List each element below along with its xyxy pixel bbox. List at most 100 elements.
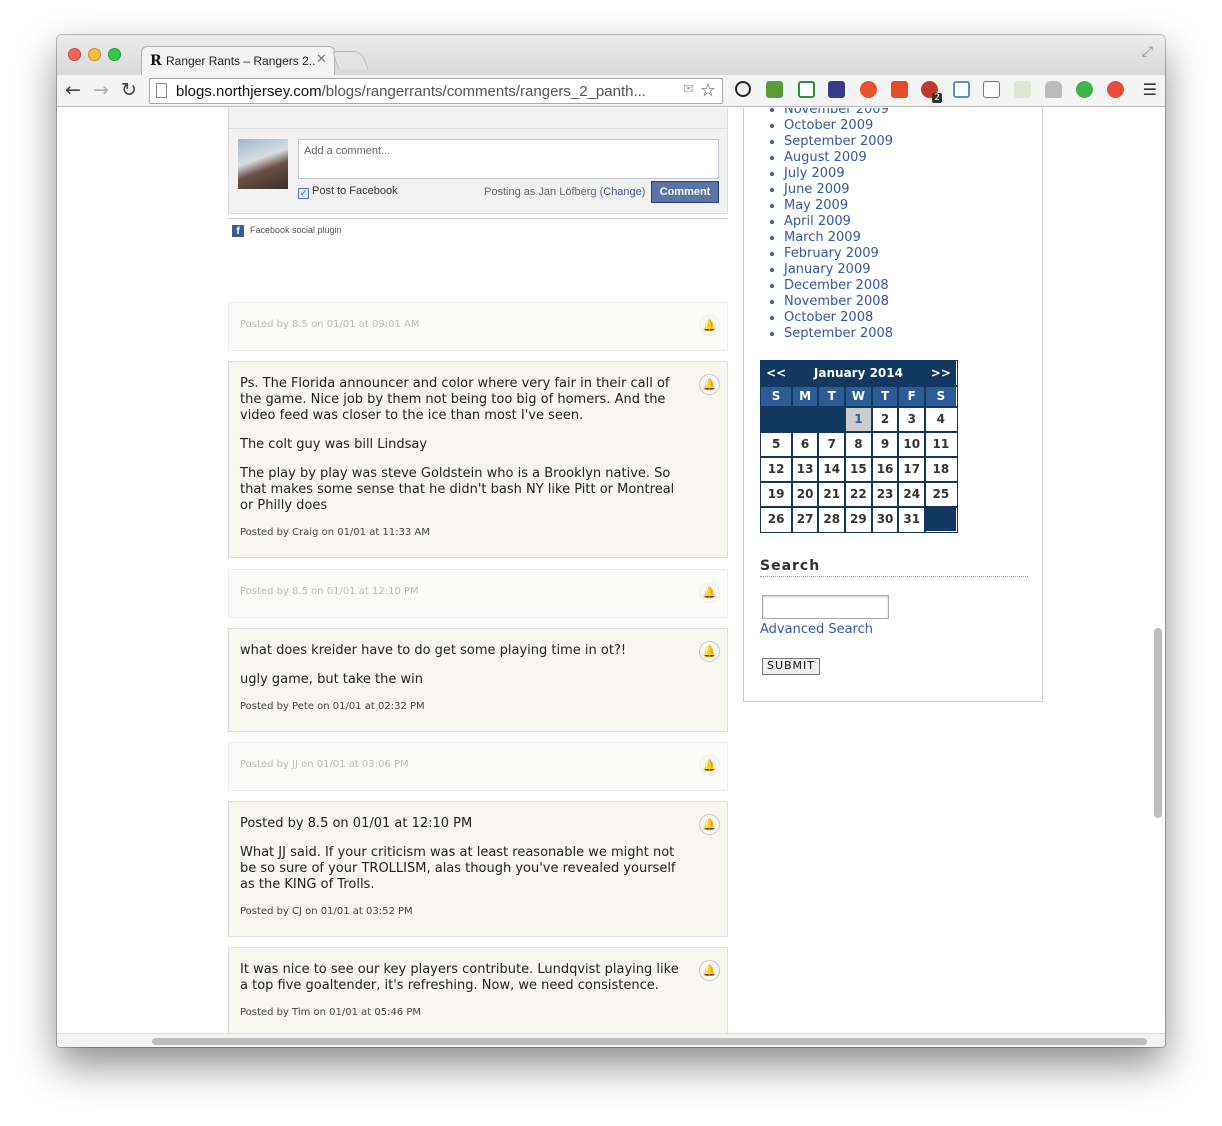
archive-link[interactable]: September 2009 — [784, 134, 893, 150]
zoom-window-button[interactable] — [108, 48, 121, 61]
archive-link[interactable]: October 2009 — [784, 118, 893, 134]
android-icon[interactable] — [1045, 81, 1062, 98]
close-window-button[interactable] — [68, 48, 81, 61]
comment-item: It was nice to see our key players contr… — [228, 947, 728, 1033]
archive-link[interactable]: March 2009 — [784, 230, 893, 246]
tab-close-icon[interactable]: ✕ — [316, 52, 327, 67]
notify-bell-icon[interactable]: 🔔 — [699, 960, 720, 981]
horizontal-scrollbar[interactable] — [152, 1038, 1147, 1045]
vertical-scrollbar[interactable] — [1154, 628, 1162, 818]
calendar-empty-cell — [924, 505, 958, 533]
minimize-window-button[interactable] — [88, 48, 101, 61]
archive-link[interactable]: December 2008 — [784, 278, 893, 294]
comment-item: Posted by 8.5 on 01/01 at 09:01 AM 🔔 — [228, 302, 728, 351]
notify-bell-icon[interactable]: 🔔 — [699, 315, 720, 336]
tab-title: Ranger Rants – Rangers 2... — [166, 54, 316, 68]
calendar: << January 2014 >> SMTWTFS 1 2 3 4 5 6 7 8 9 10 11… — [759, 359, 958, 533]
extension-icon-3[interactable] — [798, 81, 815, 98]
calendar-day: 3 — [897, 405, 927, 433]
comment-item: Ps. The Florida announcer and color wher… — [228, 361, 728, 558]
calendar-day: 23 — [870, 480, 900, 508]
comment-paragraph: The play by play was steve Goldstein who… — [240, 466, 675, 513]
calendar-next-link[interactable]: >> — [924, 359, 958, 387]
extension-icon-9[interactable] — [983, 81, 1000, 98]
html5-icon[interactable] — [891, 81, 908, 98]
url-text: blogs.northjersey.com/blogs/rangerrants/… — [176, 83, 646, 100]
archive-link[interactable]: July 2009 — [784, 166, 893, 182]
archive-link[interactable]: September 2008 — [784, 326, 893, 342]
comment-meta: Posted by 8.5 on 01/01 at 12:10 PM — [240, 586, 419, 597]
back-arrow-icon[interactable]: ← — [65, 79, 81, 101]
notify-bell-icon[interactable]: 🔔 — [699, 814, 720, 835]
feed-icon[interactable]: ✉ — [683, 82, 694, 97]
calendar-day: 25 — [924, 480, 958, 508]
new-tab-button[interactable] — [331, 51, 369, 69]
address-bar[interactable]: blogs.northjersey.com/blogs/rangerrants/… — [149, 78, 723, 104]
browser-toolbar: ← → ↻ blogs.northjersey.com/blogs/ranger… — [57, 75, 1165, 107]
extension-icon-8[interactable] — [953, 81, 970, 98]
comment-input[interactable]: Add a comment... — [298, 139, 719, 179]
comment-paragraph: Ps. The Florida announcer and color wher… — [240, 376, 670, 423]
notify-bell-icon[interactable]: 🔔 — [699, 641, 720, 662]
calendar-title: January 2014 — [790, 359, 927, 387]
bookmark-star-icon[interactable]: ☆ — [700, 80, 716, 101]
title-bar: R Ranger Rants – Rangers 2... ✕ ⤢ — [57, 35, 1165, 76]
change-link[interactable]: Change — [603, 186, 642, 198]
comment-paragraph: ugly game, but take the win — [240, 672, 424, 687]
calendar-day: 6 — [790, 430, 820, 458]
comment-meta: Posted by CJ on 01/01 at 03:52 PM — [240, 906, 413, 917]
archive-link[interactable]: May 2009 — [784, 198, 893, 214]
calendar-day: 10 — [897, 430, 927, 458]
archive-link[interactable]: January 2009 — [784, 262, 893, 278]
archive-link[interactable]: June 2009 — [784, 182, 893, 198]
page-icon — [156, 83, 167, 98]
forward-arrow-icon[interactable]: → — [93, 79, 109, 101]
comment-paragraph: It was nice to see our key players contr… — [240, 962, 679, 993]
extension-icon-12[interactable] — [1076, 81, 1093, 98]
post-to-facebook-checkbox[interactable]: ✓ Post to Facebook — [298, 185, 398, 199]
calendar-day: 14 — [817, 455, 847, 483]
browser-tab[interactable]: R Ranger Rants – Rangers 2... ✕ — [141, 46, 335, 76]
submit-button[interactable]: SUBMIT — [762, 658, 820, 675]
extension-icon-5[interactable] — [860, 81, 877, 98]
extension-icon-2[interactable] — [766, 81, 783, 98]
extension-icon-10[interactable] — [1014, 81, 1031, 98]
calendar-day: 18 — [924, 455, 958, 483]
menu-icon[interactable]: ☰ — [1143, 80, 1157, 99]
notify-bell-icon[interactable]: 🔔 — [699, 755, 720, 776]
search-heading: Search — [760, 558, 1028, 577]
calendar-day: 31 — [897, 505, 927, 533]
reload-icon[interactable]: ↻ — [121, 79, 137, 101]
archive-link[interactable]: November 2008 — [784, 294, 893, 310]
extension-icon-1[interactable] — [735, 81, 751, 97]
calendar-day: 12 — [759, 455, 793, 483]
calendar-day: 7 — [817, 430, 847, 458]
calendar-weekday: S — [759, 384, 793, 408]
extension-icon-4[interactable] — [828, 81, 845, 98]
fullscreen-icon[interactable]: ⤢ — [1142, 44, 1153, 60]
extension-icon-13[interactable] — [1107, 81, 1124, 98]
calendar-day: 8 — [844, 430, 873, 458]
calendar-day: 5 — [759, 430, 793, 458]
checkbox-icon[interactable]: ✓ — [298, 188, 309, 199]
calendar-prev-link[interactable]: << — [759, 359, 793, 387]
comment-button[interactable]: Comment — [651, 181, 719, 203]
calendar-day: 15 — [844, 455, 873, 483]
archive-link[interactable]: November 2009 — [784, 108, 893, 118]
comment-paragraph: The colt guy was bill Lindsay — [240, 437, 428, 452]
extension-icon-7[interactable]: 2 — [921, 81, 942, 103]
archive-link[interactable]: October 2008 — [784, 310, 893, 326]
notify-bell-icon[interactable]: 🔔 — [699, 374, 720, 395]
calendar-day: 29 — [844, 505, 873, 533]
archive-link[interactable]: February 2009 — [784, 246, 893, 262]
advanced-search-link[interactable]: Advanced Search — [760, 622, 873, 637]
archive-link[interactable]: April 2009 — [784, 214, 893, 230]
calendar-day: 16 — [870, 455, 900, 483]
comment-paragraph: Posted by 8.5 on 01/01 at 12:10 PM — [240, 816, 473, 831]
archive-link[interactable]: August 2009 — [784, 150, 893, 166]
search-input[interactable] — [762, 595, 889, 619]
calendar-empty-cell — [817, 405, 847, 433]
calendar-day: 26 — [759, 505, 793, 533]
comment-meta: Posted by 8.5 on 01/01 at 09:01 AM — [240, 319, 420, 330]
notify-bell-icon[interactable]: 🔔 — [699, 582, 720, 603]
